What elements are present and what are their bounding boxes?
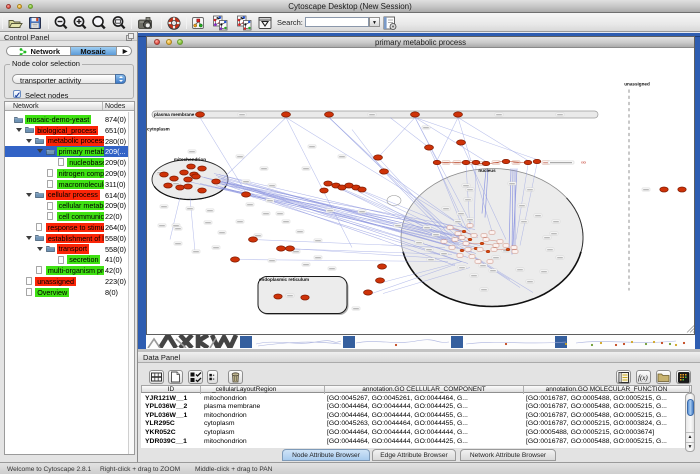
- svg-text:plasma membrane: plasma membrane: [154, 112, 195, 117]
- svg-text:nucleus: nucleus: [478, 168, 496, 173]
- svg-text:mitochondrion: mitochondrion: [174, 157, 206, 162]
- svg-text:cytoplasm: cytoplasm: [147, 127, 170, 132]
- svg-text:xxx: xxx: [581, 160, 586, 164]
- svg-text:f(x): f(x): [638, 374, 648, 382]
- svg-text:unassigned: unassigned: [624, 82, 650, 87]
- svg-text:endoplasmic reticulum: endoplasmic reticulum: [259, 277, 309, 282]
